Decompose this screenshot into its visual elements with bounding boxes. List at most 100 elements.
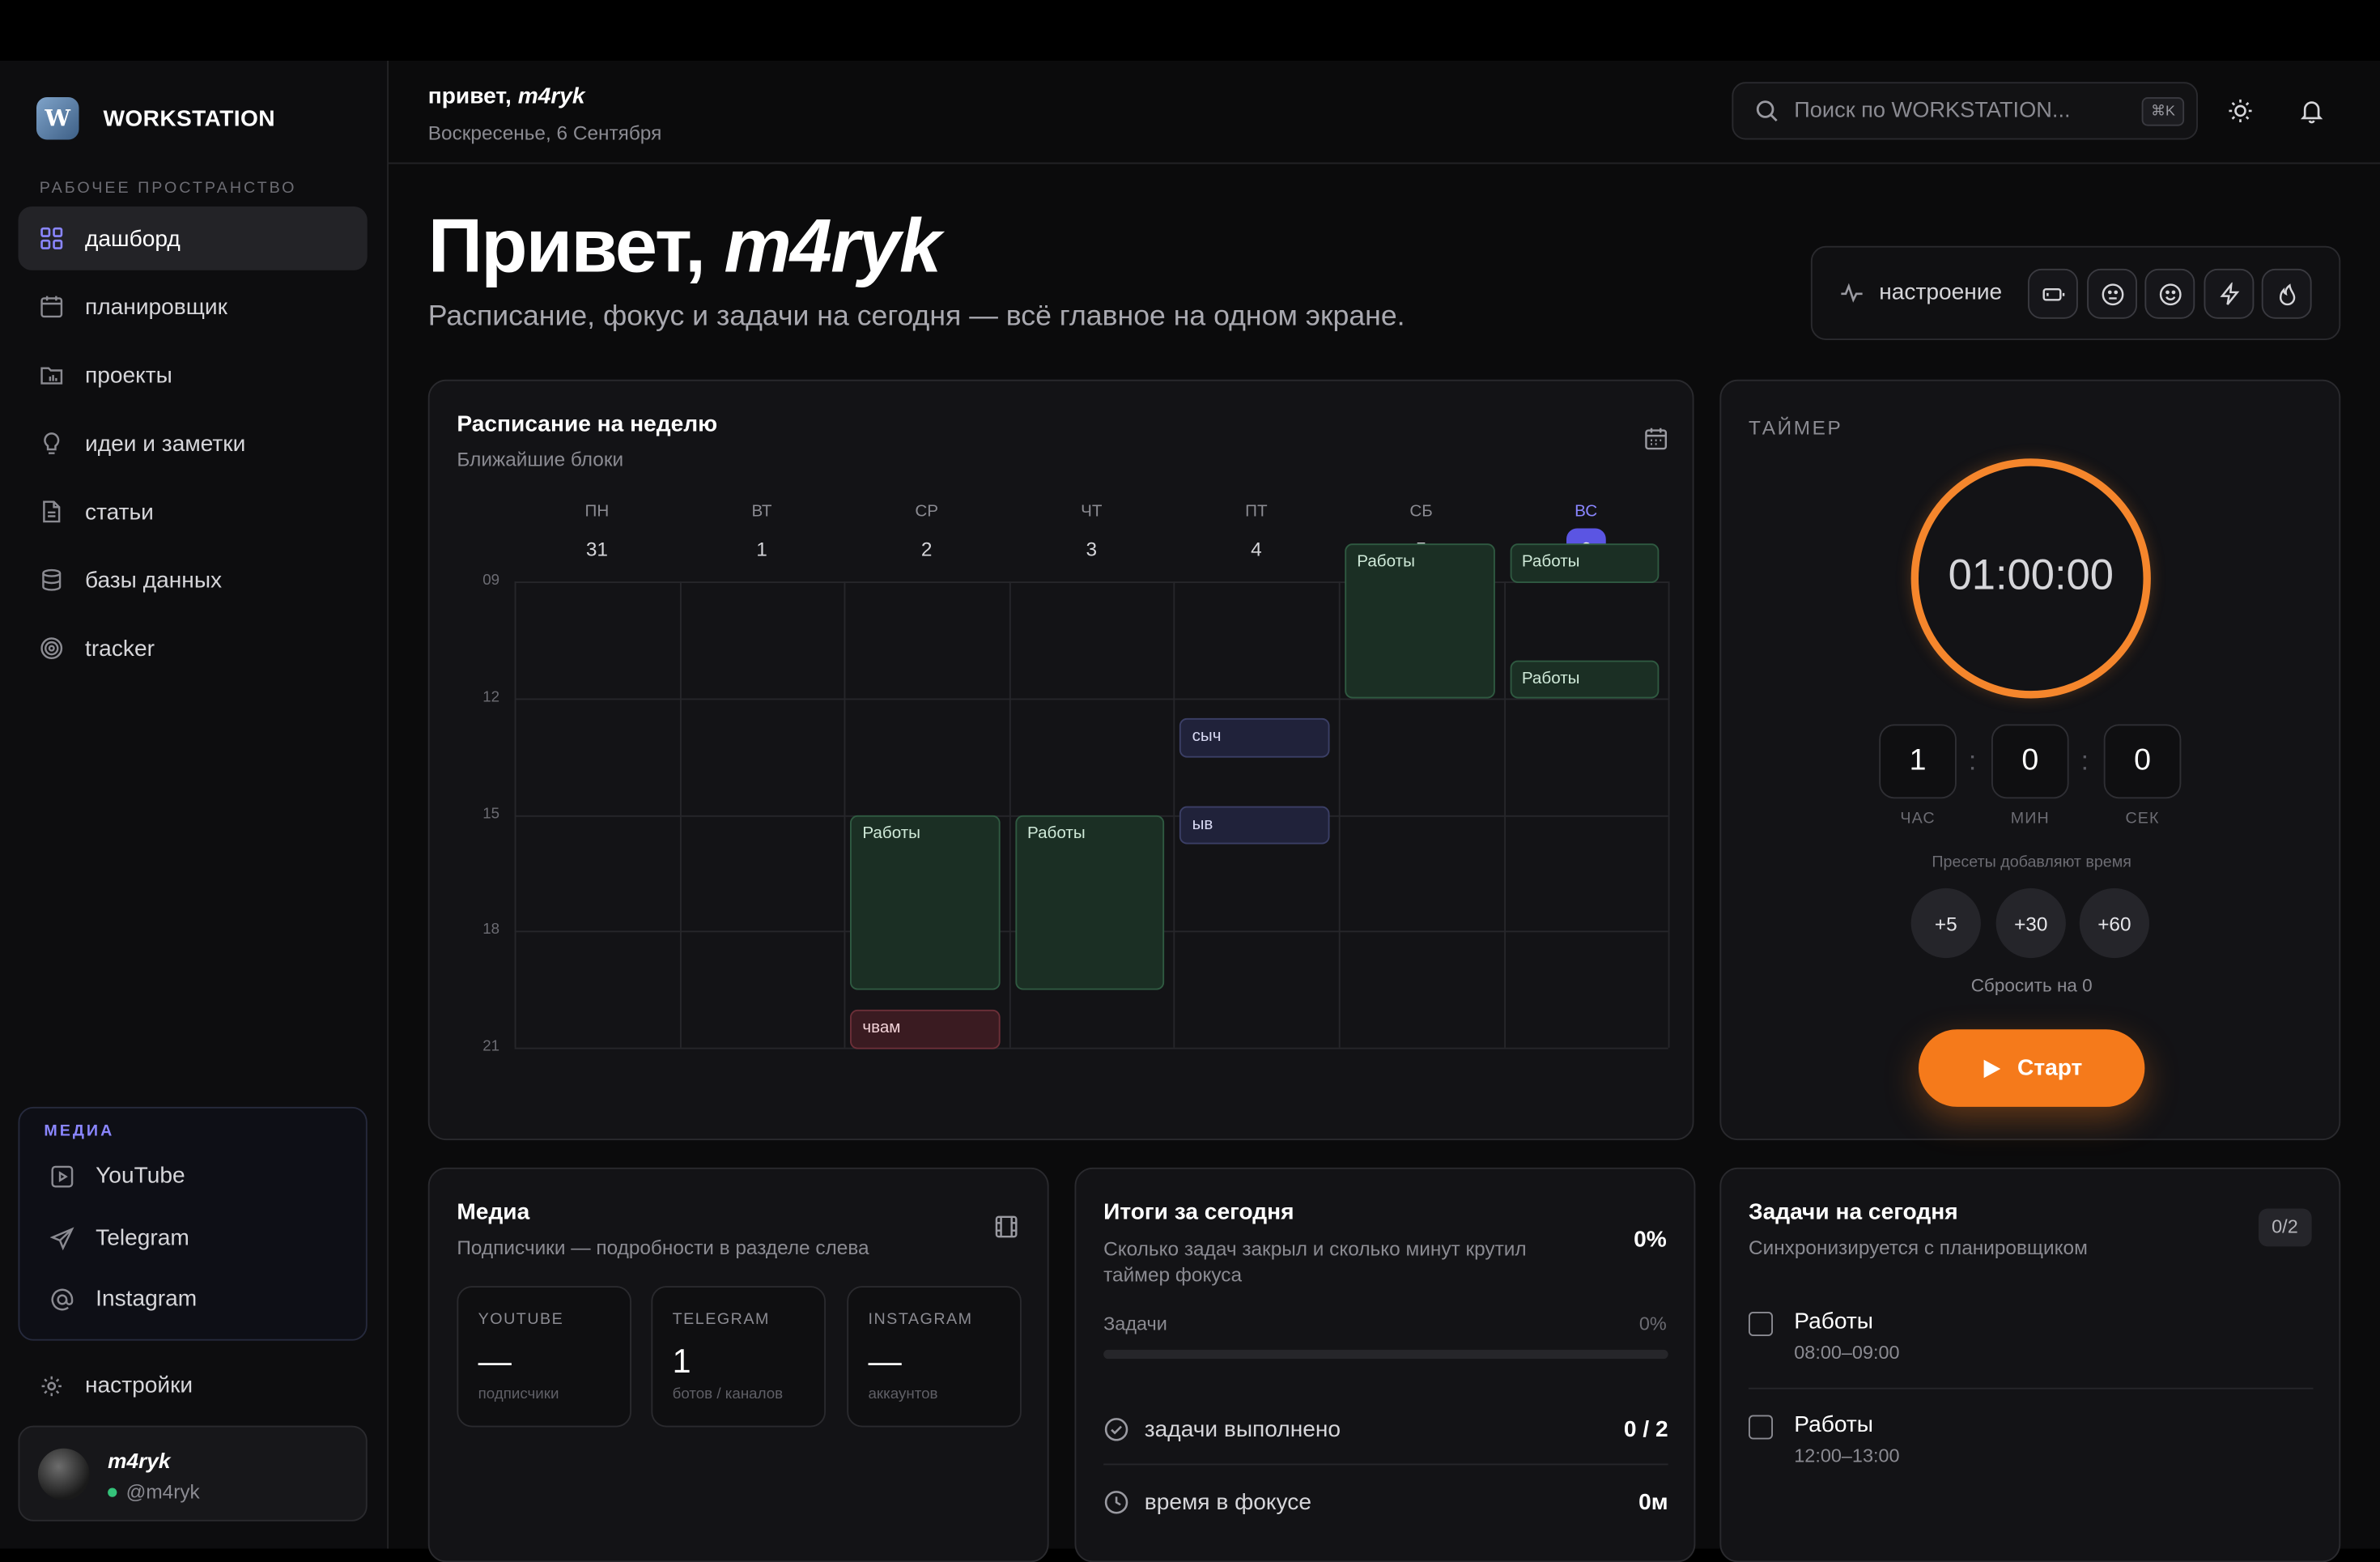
lightbulb-icon (44, 432, 60, 454)
sidebar-item-ideas[interactable]: идеи и заметки (19, 411, 368, 475)
task-checkbox[interactable] (1749, 1312, 1773, 1336)
stat-caption: подписчики (478, 1385, 559, 1403)
battery-icon (2042, 287, 2064, 300)
search-input[interactable] (1794, 98, 2128, 123)
sidebar-item-articles[interactable]: статьи (19, 480, 368, 544)
online-status-dot (108, 1487, 117, 1496)
page-subtitle: Расписание, фокус и задачи на сегодня — … (427, 300, 1405, 333)
task-time: 12:00–13:00 (1794, 1445, 1900, 1467)
stat-value: — (868, 1342, 902, 1381)
schedule-card: Расписание на неделю Ближайшие блоки ПН 3… (427, 379, 1694, 1141)
search-shortcut-badge: ⌘K (2141, 97, 2185, 126)
today-tasks-card: Задачи на сегодня Синхронизируется с пла… (1719, 1167, 2341, 1562)
telegram-stat[interactable]: TELEGRAM 1 ботов / каналов (651, 1286, 826, 1428)
user-handle-text: @m4ryk (125, 1480, 200, 1504)
header-date: Воскресенье, 6 Сентября (427, 121, 662, 145)
play-icon (1983, 1058, 2001, 1078)
sidebar-item-planner[interactable]: планировщик (19, 275, 368, 338)
media-section-label: МЕДИА (44, 1121, 115, 1141)
sidebar-item-label: Instagram (96, 1286, 198, 1312)
sidebar-item-settings[interactable]: настройки (40, 1373, 193, 1398)
instagram-stat[interactable]: INSTAGRAM — аккаунтов (847, 1286, 1022, 1428)
target-icon (40, 637, 63, 660)
schedule-event-label: Работы (1521, 669, 1580, 687)
timer-hours-label: ЧАС (1900, 809, 1936, 828)
timer-hours-field[interactable]: 1 (1879, 724, 1957, 799)
progress-bar (1103, 1349, 1668, 1360)
timer-card: ТАЙМЕР 01:00:00 1 : 0 : 0 ЧАС МИН СЕК Пр… (1719, 379, 2342, 1141)
task-checkbox[interactable] (1749, 1415, 1773, 1440)
film-icon[interactable] (994, 1215, 1018, 1239)
calendar-icon[interactable] (1644, 427, 1668, 451)
mood-label-text: настроение (1879, 279, 2003, 305)
schedule-event-label: сыч (1192, 727, 1222, 746)
task-time: 08:00–09:00 (1794, 1342, 1900, 1364)
sidebar-item-label: идеи и заметки (85, 430, 246, 457)
sidebar-item-label: YouTube (96, 1163, 185, 1190)
day-number[interactable]: 2 (881, 538, 972, 560)
schedule-event[interactable]: сыч (1179, 718, 1330, 758)
brand[interactable]: W WORKSTATION (36, 97, 275, 140)
sidebar-item-telegram[interactable]: Telegram (49, 1225, 189, 1251)
preset-plus-60-button[interactable]: +60 (2079, 887, 2149, 959)
mood-neutral-button[interactable] (2087, 268, 2137, 319)
check-circle-icon (1104, 1417, 1128, 1441)
hour-label: 15 (482, 805, 500, 823)
top-header: привет, m4ryk Воскресенье, 6 Сентября ⌘K (389, 61, 2380, 164)
schedule-event[interactable]: Работы (1509, 543, 1660, 583)
mood-fire-button[interactable] (2261, 268, 2312, 319)
timer-colon: : (1968, 745, 1977, 777)
mood-smile-button[interactable] (2144, 268, 2195, 319)
sidebar-item-dashboard[interactable]: дашборд (18, 206, 368, 270)
schedule-event[interactable]: чвам (850, 1009, 1001, 1049)
timer-label: ТАЙМЕР (1749, 415, 1843, 439)
row-label: время в фокусе (1144, 1488, 1311, 1515)
youtube-stat[interactable]: YOUTUBE — подписчики (457, 1286, 631, 1428)
user-card[interactable]: m4ryk @m4ryk (18, 1425, 368, 1522)
grid-line (1668, 581, 1670, 1048)
tasks-subtitle: Синхронизируется с планировщиком (1749, 1236, 2088, 1259)
timer-display: 01:00:00 (1948, 551, 2114, 598)
header-greeting-prefix: привет, (427, 83, 518, 109)
schedule-event-label: Работы (1521, 552, 1580, 571)
mood-battery-button[interactable] (2028, 268, 2078, 319)
grid-line (514, 1047, 1668, 1049)
day-name: СР (915, 502, 939, 521)
schedule-event[interactable]: Работы (1014, 815, 1165, 990)
notifications-bell-icon[interactable] (2298, 97, 2326, 125)
task-title: Работы (1794, 1411, 1873, 1438)
divider (1103, 1463, 1668, 1466)
summary-title: Итоги за сегодня (1103, 1199, 1294, 1226)
day-name: ПТ (1245, 502, 1268, 521)
schedule-event[interactable]: Работы (850, 815, 1001, 990)
day-number[interactable]: 3 (1046, 538, 1137, 560)
mood-energy-button[interactable] (2204, 268, 2255, 319)
sidebar-item-youtube[interactable]: YouTube (50, 1163, 185, 1189)
sidebar-item-tracker[interactable]: tracker (19, 616, 368, 680)
schedule-title: Расписание на неделю (457, 411, 718, 437)
schedule-event[interactable]: ыв (1179, 806, 1330, 845)
schedule-event[interactable]: Работы (1345, 543, 1495, 700)
sidebar-item-label: дашборд (85, 225, 181, 252)
sidebar-item-instagram[interactable]: Instagram (50, 1286, 197, 1312)
schedule-event[interactable]: Работы (1509, 660, 1660, 700)
mood-picker: настроение (1810, 245, 2341, 340)
preset-plus-30-button[interactable]: +30 (1995, 887, 2066, 959)
search-box[interactable]: ⌘K (1732, 82, 2198, 140)
workspace-section-label: РАБОЧЕЕ ПРОСТРАНСТВО (39, 179, 297, 198)
smile-icon (2158, 283, 2181, 305)
preset-plus-5-button[interactable]: +5 (1910, 887, 1981, 959)
day-number[interactable]: 4 (1211, 538, 1303, 560)
day-number[interactable]: 1 (716, 538, 808, 560)
timer-minutes-field[interactable]: 0 (1991, 724, 2069, 799)
theme-toggle-sun-icon[interactable] (2227, 97, 2255, 125)
divider (1749, 1387, 2314, 1390)
timer-seconds-field[interactable]: 0 (2103, 724, 2182, 799)
start-button[interactable]: Старт (1919, 1029, 2145, 1107)
reset-timer-link[interactable]: Сбросить на 0 (1721, 975, 2342, 996)
sidebar-item-projects[interactable]: проекты (19, 343, 368, 407)
grid-line (1009, 581, 1011, 1048)
day-number[interactable]: 31 (551, 538, 643, 560)
sidebar-item-databases[interactable]: базы данных (19, 548, 368, 612)
day-name: ЧТ (1081, 502, 1103, 521)
